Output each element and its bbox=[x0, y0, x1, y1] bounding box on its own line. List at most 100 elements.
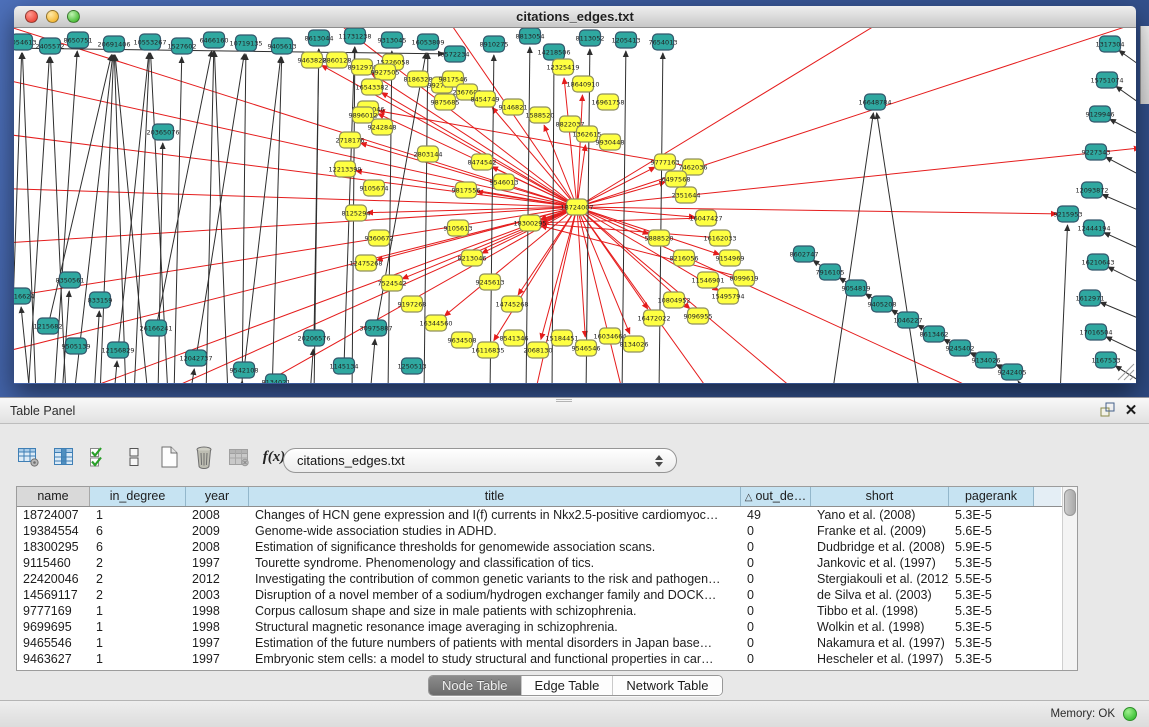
graph-node[interactable]: 11731238 bbox=[338, 28, 371, 44]
minimize-window-button[interactable] bbox=[46, 10, 59, 23]
graph-node[interactable]: 9245613 bbox=[476, 274, 505, 290]
graph-node[interactable]: 10804952 bbox=[657, 292, 690, 308]
graph-node[interactable]: 14745268 bbox=[495, 296, 528, 312]
graph-node[interactable]: 9146821 bbox=[499, 99, 528, 115]
graph-node[interactable]: 2068130 bbox=[524, 342, 553, 358]
table-row[interactable]: 2242004622012Investigating the contribut… bbox=[17, 571, 1077, 587]
graph-node[interactable]: 16961758 bbox=[591, 94, 624, 110]
graph-node[interactable]: 9546546 bbox=[572, 340, 601, 356]
graph-node[interactable]: 11546901 bbox=[691, 272, 724, 288]
graph-node[interactable]: 16162033 bbox=[703, 230, 736, 246]
graph-node[interactable]: 2351644 bbox=[672, 187, 701, 203]
graph-node[interactable]: 9134026 bbox=[972, 352, 1001, 368]
graph-node[interactable]: 1205413 bbox=[612, 32, 641, 48]
graph-node[interactable]: 20206576 bbox=[297, 330, 330, 346]
vertical-scrollbar[interactable] bbox=[1062, 487, 1077, 670]
graph-node[interactable]: 26166241 bbox=[139, 320, 172, 336]
graph-node[interactable]: 12156829 bbox=[101, 342, 134, 358]
graph-node[interactable]: 1527602 bbox=[168, 38, 197, 54]
graph-node[interactable]: 12213399 bbox=[328, 161, 361, 177]
graph-node[interactable]: 9405613 bbox=[268, 38, 297, 54]
network-view-window[interactable]: citations_edges.txt 90546132405572865075… bbox=[14, 6, 1136, 384]
delete-table-button[interactable] bbox=[189, 443, 219, 471]
graph-node[interactable]: 16648784 bbox=[858, 94, 891, 110]
graph-node[interactable]: 2803144 bbox=[414, 146, 443, 162]
graph-node[interactable]: 18640910 bbox=[566, 76, 599, 92]
float-panel-button[interactable] bbox=[1097, 402, 1117, 420]
graph-node[interactable]: 8454749 bbox=[471, 91, 500, 107]
column-header-pagerank[interactable]: pagerank bbox=[949, 487, 1034, 506]
graph-node[interactable]: 8134026 bbox=[620, 336, 649, 352]
graph-node[interactable]: 9154969 bbox=[716, 250, 745, 266]
graph-node[interactable]: 30975887 bbox=[359, 320, 392, 336]
graph-node[interactable]: 9242405 bbox=[998, 364, 1027, 380]
table-row[interactable]: 1938455462009Genome-wide association stu… bbox=[17, 523, 1077, 539]
table-row[interactable]: 946554611997Estimation of the future num… bbox=[17, 635, 1077, 651]
graph-node[interactable]: 8813054 bbox=[516, 28, 545, 44]
table-row[interactable]: 969969511998Structural magnetic resonanc… bbox=[17, 619, 1077, 635]
merge-rows-button[interactable] bbox=[119, 443, 149, 471]
graph-node[interactable]: 7916105 bbox=[816, 264, 845, 280]
new-table-button[interactable] bbox=[154, 443, 184, 471]
graph-node[interactable]: 9215953 bbox=[1054, 206, 1083, 222]
graph-node[interactable]: 8099619 bbox=[730, 270, 759, 286]
graph-node[interactable]: 8474542 bbox=[468, 154, 497, 170]
table-selector-dropdown[interactable]: citations_edges.txt bbox=[283, 448, 677, 473]
graph-node[interactable]: 9313045 bbox=[378, 32, 407, 48]
graph-node[interactable]: 8541346 bbox=[500, 330, 529, 346]
tab-edge-table[interactable]: Edge Table bbox=[521, 676, 613, 695]
close-panel-button[interactable]: ✕ bbox=[1121, 402, 1141, 420]
table-row[interactable]: 946362711997Embryonic stem cells: a mode… bbox=[17, 651, 1077, 667]
graph-node[interactable]: 9105674 bbox=[360, 180, 389, 196]
network-graph[interactable]: 9054613240557286507512069140610553267152… bbox=[14, 28, 1136, 383]
close-window-button[interactable] bbox=[25, 10, 38, 23]
graph-node[interactable]: 1046227 bbox=[894, 312, 923, 328]
graph-node[interactable]: 7654013 bbox=[649, 34, 678, 50]
graph-node[interactable]: 1145134 bbox=[330, 358, 359, 374]
graph-node[interactable]: 9546013 bbox=[490, 174, 519, 190]
memory-indicator[interactable] bbox=[1123, 707, 1137, 721]
show-columns-button[interactable] bbox=[49, 443, 79, 471]
column-header-name[interactable]: name bbox=[17, 487, 90, 506]
graph-node[interactable]: 12325419 bbox=[546, 59, 579, 75]
graph-node[interactable]: 5888520 bbox=[645, 230, 674, 246]
graph-node[interactable]: 9245402 bbox=[946, 340, 975, 356]
graph-node[interactable]: 8613044 bbox=[305, 30, 334, 46]
graph-node[interactable]: 15751074 bbox=[1090, 72, 1123, 88]
graph-node[interactable]: 10719135 bbox=[229, 35, 262, 51]
graph-node[interactable]: 8572234 bbox=[441, 46, 470, 62]
graph-node[interactable]: 16472022 bbox=[637, 310, 670, 326]
splitter-handle[interactable] bbox=[556, 398, 572, 403]
select-rows-button[interactable] bbox=[84, 443, 114, 471]
window-titlebar[interactable]: citations_edges.txt bbox=[14, 6, 1136, 28]
graph-node[interactable]: 8113052 bbox=[576, 30, 605, 46]
graph-node[interactable]: 6466160 bbox=[200, 32, 229, 48]
graph-node[interactable]: 20365076 bbox=[146, 124, 179, 140]
graph-node[interactable]: 9927505 bbox=[371, 64, 400, 80]
graph-node[interactable]: 16053809 bbox=[411, 34, 444, 50]
graph-node[interactable]: 9227343 bbox=[1082, 144, 1111, 160]
graph-node[interactable]: 8602747 bbox=[790, 246, 819, 262]
graph-node[interactable]: 9542108 bbox=[230, 362, 259, 378]
graph-node[interactable]: 9930448 bbox=[596, 134, 625, 150]
table-row[interactable]: 1456911722003Disruption of a novel membe… bbox=[17, 587, 1077, 603]
graph-node[interactable]: 1612971 bbox=[1076, 290, 1105, 306]
graph-node[interactable]: 1317304 bbox=[1096, 36, 1125, 52]
graph-node[interactable]: 14218506 bbox=[537, 44, 570, 60]
resize-grip-icon[interactable] bbox=[1118, 364, 1134, 380]
column-header-out_de[interactable]: △out_de… bbox=[741, 487, 811, 506]
graph-node[interactable]: 10553267 bbox=[133, 34, 166, 50]
graph-node[interactable]: 833159 bbox=[88, 292, 113, 308]
graph-node[interactable]: 8134021 bbox=[262, 374, 291, 383]
table-panel-header[interactable]: Table Panel ✕ bbox=[0, 398, 1149, 424]
graph-node[interactable]: 12093872 bbox=[1075, 182, 1108, 198]
graph-node[interactable]: 9054613 bbox=[14, 34, 36, 50]
graph-node[interactable]: 15495794 bbox=[711, 288, 744, 304]
graph-node[interactable]: 9105613 bbox=[444, 220, 473, 236]
graph-node[interactable]: 8650751 bbox=[64, 32, 93, 48]
graph-node[interactable]: 16047427 bbox=[689, 210, 722, 226]
graph-node[interactable]: 1167533 bbox=[1092, 352, 1121, 368]
graph-node[interactable]: 1215682 bbox=[34, 318, 63, 334]
column-header-year[interactable]: year bbox=[186, 487, 249, 506]
table-row[interactable]: 977716911998Corpus callosum shape and si… bbox=[17, 603, 1077, 619]
